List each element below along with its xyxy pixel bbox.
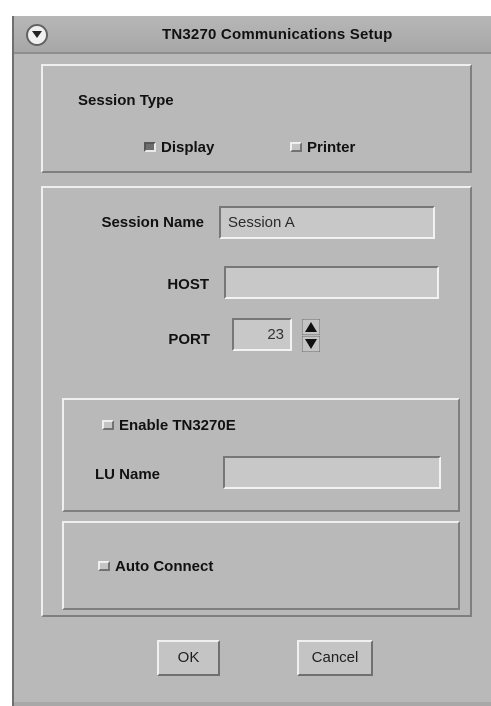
spin-down-icon[interactable] xyxy=(301,335,321,353)
session-type-label: Session Type xyxy=(78,92,174,109)
window-bottom-edge xyxy=(14,702,491,706)
lu-name-label: LU Name xyxy=(95,466,161,483)
tn3270e-panel: Enable TN3270E LU Name xyxy=(62,398,460,512)
ok-button[interactable]: OK xyxy=(157,640,220,676)
auto-connect-label: Auto Connect xyxy=(115,557,214,575)
cancel-button[interactable]: Cancel xyxy=(297,640,373,676)
title-bar[interactable]: TN3270 Communications Setup xyxy=(14,16,491,54)
printer-option-label: Printer xyxy=(307,138,356,156)
enable-tn3270e-checkbox[interactable]: Enable TN3270E xyxy=(102,416,236,434)
window-title: TN3270 Communications Setup xyxy=(162,26,393,43)
window-menu-arrow-icon xyxy=(32,31,42,38)
display-option[interactable]: Display xyxy=(144,138,214,156)
communications-setup-window: TN3270 Communications Setup Session Type… xyxy=(12,16,491,706)
session-name-label: Session Name xyxy=(101,214,204,231)
radio-icon[interactable] xyxy=(290,142,302,152)
port-field[interactable]: 23 xyxy=(232,318,292,351)
connection-settings-panel: Session Name Session A HOST PORT 23 Enab… xyxy=(41,186,472,617)
host-label: HOST xyxy=(167,276,209,293)
checkbox-icon[interactable] xyxy=(102,420,114,430)
window-menu-icon[interactable] xyxy=(26,24,48,46)
auto-connect-checkbox[interactable]: Auto Connect xyxy=(98,557,213,575)
radio-icon[interactable] xyxy=(144,142,156,152)
port-spinner[interactable] xyxy=(301,318,321,353)
host-field[interactable] xyxy=(224,266,439,299)
auto-connect-panel: Auto Connect xyxy=(62,521,460,610)
lu-name-field[interactable] xyxy=(223,456,441,489)
port-label: PORT xyxy=(168,331,210,348)
session-name-field[interactable]: Session A xyxy=(219,206,435,239)
enable-tn3270e-label: Enable TN3270E xyxy=(119,416,236,434)
checkbox-icon[interactable] xyxy=(98,561,110,571)
printer-option[interactable]: Printer xyxy=(290,138,355,156)
spin-up-icon[interactable] xyxy=(301,318,321,336)
display-option-label: Display xyxy=(161,138,215,156)
session-type-panel: Session Type Display Printer xyxy=(41,64,472,173)
